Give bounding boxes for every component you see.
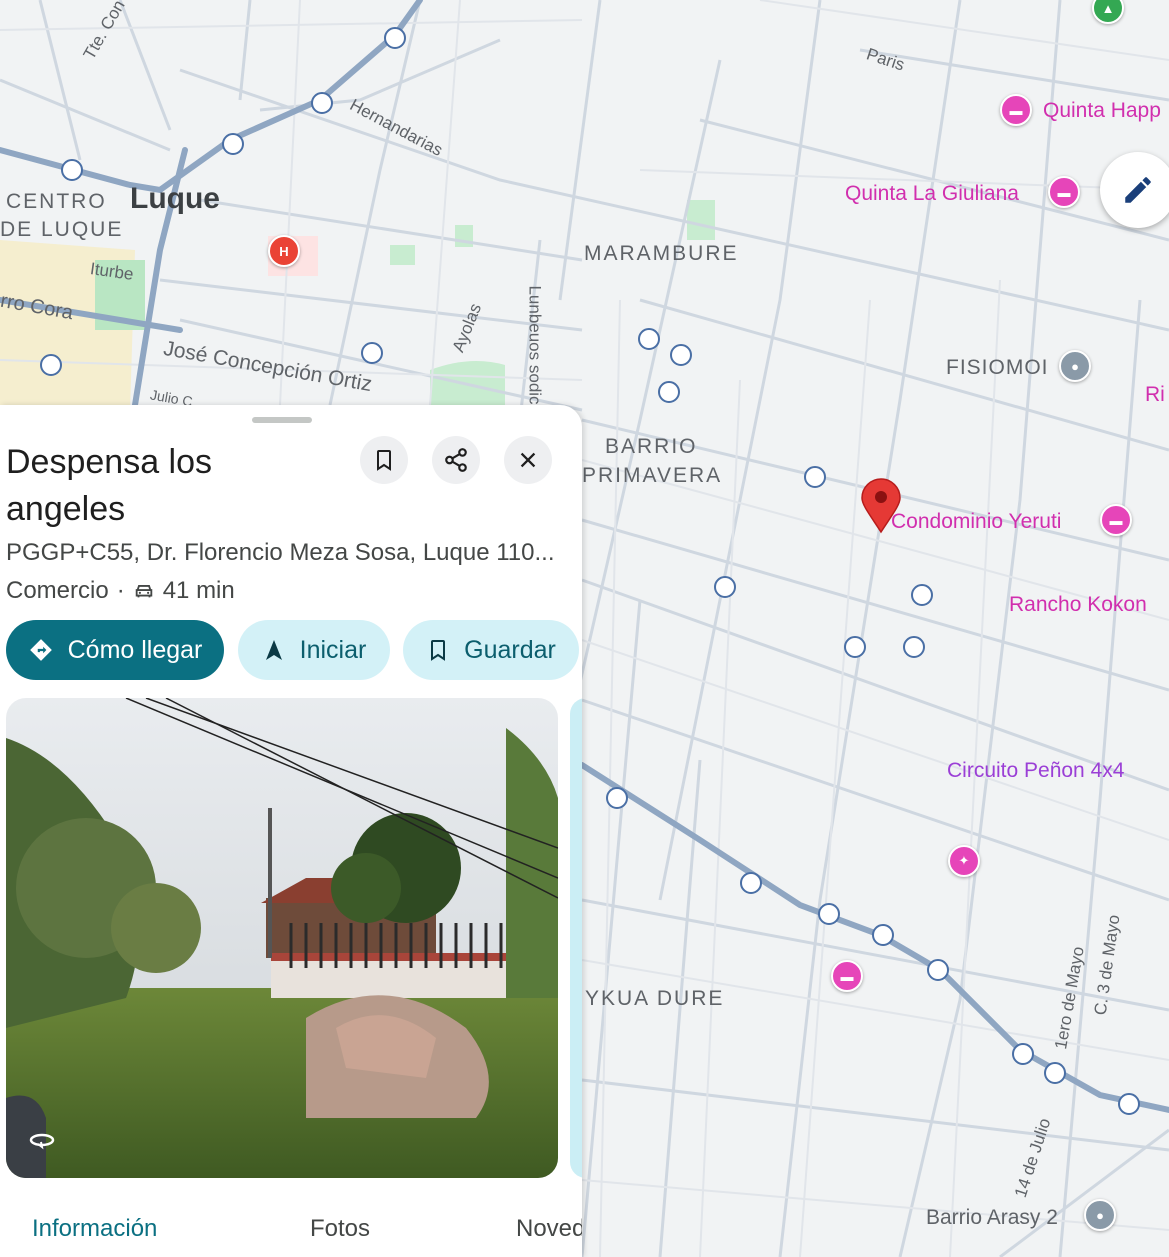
bus-stop-icon[interactable]	[911, 584, 933, 606]
bus-stop-icon[interactable]	[670, 344, 692, 366]
hotel-icon[interactable]: ▬	[831, 960, 863, 992]
360-view-icon	[29, 1133, 55, 1150]
tab-fotos[interactable]: Fotos	[310, 1215, 370, 1243]
directions-icon	[29, 639, 52, 661]
start-label: Iniciar	[299, 635, 367, 664]
place-label[interactable]: Circuito Peñon 4x4	[947, 759, 1124, 783]
place-pin-icon[interactable]: ●	[1084, 1199, 1116, 1231]
bus-stop-icon[interactable]	[311, 92, 333, 114]
tab-novedades[interactable]: Noved	[516, 1215, 582, 1243]
drag-handle[interactable]	[252, 417, 312, 423]
bus-stop-icon[interactable]	[658, 381, 680, 403]
bookmark-icon	[377, 450, 391, 471]
bus-stop-icon[interactable]	[222, 133, 244, 155]
bookmark-icon	[431, 640, 446, 661]
share-icon	[445, 448, 467, 472]
bus-stop-icon[interactable]	[384, 27, 406, 49]
area-label: DE LUQUE	[0, 218, 124, 241]
share-button[interactable]	[432, 436, 480, 484]
start-navigation-button[interactable]: Iniciar	[238, 620, 390, 680]
close-button[interactable]	[504, 436, 552, 484]
bus-stop-icon[interactable]	[40, 354, 62, 376]
bus-stop-icon[interactable]	[872, 924, 894, 946]
place-label[interactable]: Ri	[1145, 383, 1165, 407]
place-category: Comercio	[6, 577, 109, 604]
bus-stop-icon[interactable]	[1118, 1093, 1140, 1115]
area-label: MARAMBURE	[584, 242, 739, 265]
street-label: Lunbeuos sodic	[525, 285, 545, 405]
hospital-icon[interactable]: H	[268, 235, 300, 267]
save-button[interactable]: Guardar	[403, 620, 579, 680]
place-label[interactable]: Quinta La Giuliana	[845, 182, 1019, 206]
meta-separator: ·	[116, 577, 125, 604]
place-label[interactable]: Quinta Happ	[1043, 99, 1161, 123]
place-label[interactable]: Barrio Arasy 2	[926, 1206, 1058, 1230]
pencil-icon	[1125, 177, 1151, 203]
travel-time: 41 min	[162, 577, 235, 604]
hotel-icon[interactable]: ▬	[1100, 504, 1132, 536]
area-label: CENTRO	[6, 190, 107, 213]
sport-icon[interactable]: ✦	[948, 845, 980, 877]
bus-stop-icon[interactable]	[927, 959, 949, 981]
hospital-letter: H	[279, 243, 289, 259]
close-icon	[520, 452, 536, 468]
bus-stop-icon[interactable]	[740, 872, 762, 894]
bus-stop-icon[interactable]	[61, 159, 83, 181]
next-photo-preview[interactable]	[570, 698, 582, 1178]
place-details-sheet: Despensa los angeles PGGP+C55, Dr. Flore…	[0, 405, 582, 1257]
save-label: Guardar	[464, 635, 556, 664]
street-view-image	[6, 698, 558, 1178]
area-label: YKUA DURE	[585, 987, 725, 1010]
place-label[interactable]: FISIOMOI	[946, 356, 1049, 380]
directions-label: Cómo llegar	[67, 635, 203, 664]
hotel-icon[interactable]: ▬	[1000, 94, 1032, 126]
car-icon	[135, 585, 152, 598]
hotel-icon[interactable]: ▬	[1048, 176, 1080, 208]
edit-map-button[interactable]	[1100, 152, 1169, 228]
bus-stop-icon[interactable]	[638, 328, 660, 350]
bus-stop-icon[interactable]	[606, 787, 628, 809]
place-label[interactable]: Condominio Yeruti	[891, 510, 1061, 534]
area-label: BARRIO	[605, 435, 698, 458]
street-view-photo[interactable]	[6, 698, 558, 1178]
tab-informacion[interactable]: Información	[32, 1215, 157, 1243]
bus-stop-icon[interactable]	[804, 466, 826, 488]
directions-button[interactable]: Cómo llegar	[6, 620, 224, 680]
bus-stop-icon[interactable]	[714, 576, 736, 598]
bus-stop-icon[interactable]	[1012, 1043, 1034, 1065]
bus-stop-icon[interactable]	[818, 903, 840, 925]
bus-stop-icon[interactable]	[361, 342, 383, 364]
bus-stop-icon[interactable]	[903, 636, 925, 658]
place-title: Despensa los angeles	[6, 443, 213, 528]
place-label[interactable]: Rancho Kokon	[1009, 593, 1147, 617]
bus-stop-icon[interactable]	[1044, 1062, 1066, 1084]
place-address: PGGP+C55, Dr. Florencio Meza Sosa, Luque…	[6, 539, 555, 566]
navigation-arrow-icon	[265, 640, 282, 660]
bus-stop-icon[interactable]	[844, 636, 866, 658]
save-place-button[interactable]	[360, 436, 408, 484]
area-label: PRIMAVERA	[582, 464, 723, 487]
city-label[interactable]: Luque	[130, 182, 220, 216]
place-meta: Comercio · 41 min	[6, 577, 235, 605]
place-pin-icon[interactable]: ●	[1059, 350, 1091, 382]
